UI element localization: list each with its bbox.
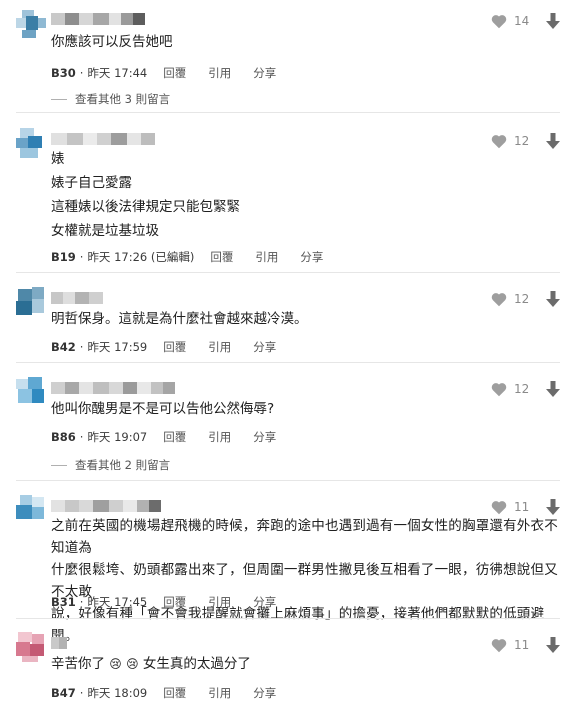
quote-button[interactable]: 引用 [208,339,231,355]
avatar[interactable] [16,8,46,38]
author-name-blurred [51,636,67,650]
comment-meta: B47 · 昨天 18:09 回覆 引用 分享 [51,685,277,701]
floor-number: B30 [51,66,76,80]
reaction-group: 14 [490,11,560,31]
share-button[interactable]: 分享 [253,65,276,81]
comment-meta: B42 · 昨天 17:59 回覆 引用 分享 [51,339,277,355]
like-count: 12 [514,382,530,396]
reply-button[interactable]: 回覆 [163,65,186,81]
quote-button[interactable]: 引用 [208,594,231,610]
share-button[interactable]: 分享 [253,685,276,701]
share-button[interactable]: 分享 [253,339,276,355]
divider [16,362,560,363]
timestamp: 昨天 17:45 [87,595,148,609]
heart-icon[interactable] [490,13,508,29]
author-name-blurred [51,499,161,513]
comment-meta: B19 · 昨天 17:26 (已編輯) 回覆 引用 分享 [51,249,324,265]
comment-meta: B30 · 昨天 17:44 回覆 引用 分享 [51,65,277,81]
share-button[interactable]: 分享 [253,429,276,445]
heart-icon[interactable] [490,381,508,397]
reply-button[interactable]: 回覆 [210,249,233,265]
heart-icon[interactable] [490,291,508,307]
avatar[interactable] [16,287,46,317]
reply-button[interactable]: 回覆 [163,339,186,355]
avatar[interactable] [16,632,46,662]
like-count: 12 [514,292,530,306]
avatar[interactable] [16,128,46,158]
share-button[interactable]: 分享 [253,594,276,610]
comment-text: 他叫你醜男是不是可以告他公然侮辱? [51,401,275,417]
comment-item: 他叫你醜男是不是可以告他公然侮辱? B86 · 昨天 19:07 回覆 引用 分… [0,377,576,477]
crying-emoji-icon: 😢 [109,657,122,671]
author-name-blurred [51,12,145,26]
floor-number: B47 [51,686,76,700]
downvote-arrow-icon[interactable] [546,133,560,149]
reaction-group: 11 [490,497,560,517]
comment-item: 之前在英國的機場趕飛機的時候，奔跑的途中也遇到過有一個女性的胸罩還有外衣不知道為… [0,495,576,644]
floor-number: B86 [51,430,76,444]
like-count: 11 [514,500,530,514]
comment-thread: 你應該可以反告她吧 B30 · 昨天 17:44 回覆 引用 分享 查看其他 3… [0,0,576,703]
avatar[interactable] [16,495,46,525]
author-name-blurred [51,381,175,395]
floor-number: B31 [51,595,76,609]
downvote-arrow-icon[interactable] [546,499,560,515]
quote-button[interactable]: 引用 [208,65,231,81]
timestamp: 昨天 17:44 [87,66,148,80]
like-count: 11 [514,638,530,652]
downvote-arrow-icon[interactable] [546,291,560,307]
view-more-replies-link[interactable]: 查看其他 3 則留言 [51,91,170,107]
floor-number: B19 [51,250,76,264]
downvote-arrow-icon[interactable] [546,381,560,397]
timestamp: 昨天 18:09 [87,686,148,700]
author-name-blurred [51,291,103,305]
reaction-group: 11 [490,635,560,655]
heart-icon[interactable] [490,499,508,515]
author-name-blurred [51,132,155,146]
reaction-group: 12 [490,379,560,399]
divider [16,480,560,481]
reply-button[interactable]: 回覆 [163,594,186,610]
reply-button[interactable]: 回覆 [163,429,186,445]
floor-number: B42 [51,340,76,354]
downvote-arrow-icon[interactable] [546,637,560,653]
quote-button[interactable]: 引用 [255,249,278,265]
heart-icon[interactable] [490,133,508,149]
comment-text: 之前在英國的機場趕飛機的時候，奔跑的途中也遇到過有一個女性的胸罩還有外衣不知道為… [51,518,558,644]
comment-meta: B86 · 昨天 19:07 回覆 引用 分享 [51,429,277,445]
comment-item: 婊 婊子自己愛露 這種婊以後法律規定只能包緊緊 女權就是垃基垃圾 B19 · 昨… [0,128,576,268]
comment-text: 辛苦你了 😢 😢 女生真的太過分了 [51,656,251,672]
comment-text: 你應該可以反告她吧 [51,34,173,50]
downvote-arrow-icon[interactable] [546,13,560,29]
reaction-group: 12 [490,289,560,309]
timestamp: 昨天 17:26 (已編輯) [87,250,195,264]
like-count: 12 [514,134,530,148]
avatar[interactable] [16,377,46,407]
timestamp: 昨天 19:07 [87,430,148,444]
comment-item: 你應該可以反告她吧 B30 · 昨天 17:44 回覆 引用 分享 查看其他 3… [0,8,576,113]
view-more-replies-link[interactable]: 查看其他 2 則留言 [51,457,170,473]
share-button[interactable]: 分享 [300,249,323,265]
divider [16,112,560,113]
divider [16,618,560,619]
reaction-group: 12 [490,131,560,151]
comment-text: 明哲保身。這就是為什麼社會越來越冷漠。 [51,311,308,327]
divider [16,272,560,273]
quote-button[interactable]: 引用 [208,429,231,445]
reply-button[interactable]: 回覆 [163,685,186,701]
quote-button[interactable]: 引用 [208,685,231,701]
comment-meta: B31 · 昨天 17:45 回覆 引用 分享 [51,594,277,610]
comment-item: 明哲保身。這就是為什麼社會越來越冷漠。 B42 · 昨天 17:59 回覆 引用… [0,287,576,357]
comment-text: 婊 婊子自己愛露 這種婊以後法律規定只能包緊緊 女權就是垃基垃圾 [51,151,240,239]
crying-emoji-icon: 😢 [126,657,139,671]
like-count: 14 [514,14,530,28]
comment-item: 辛苦你了 😢 😢 女生真的太過分了 B47 · 昨天 18:09 回覆 引用 分… [0,632,576,702]
timestamp: 昨天 17:59 [87,340,148,354]
heart-icon[interactable] [490,637,508,653]
